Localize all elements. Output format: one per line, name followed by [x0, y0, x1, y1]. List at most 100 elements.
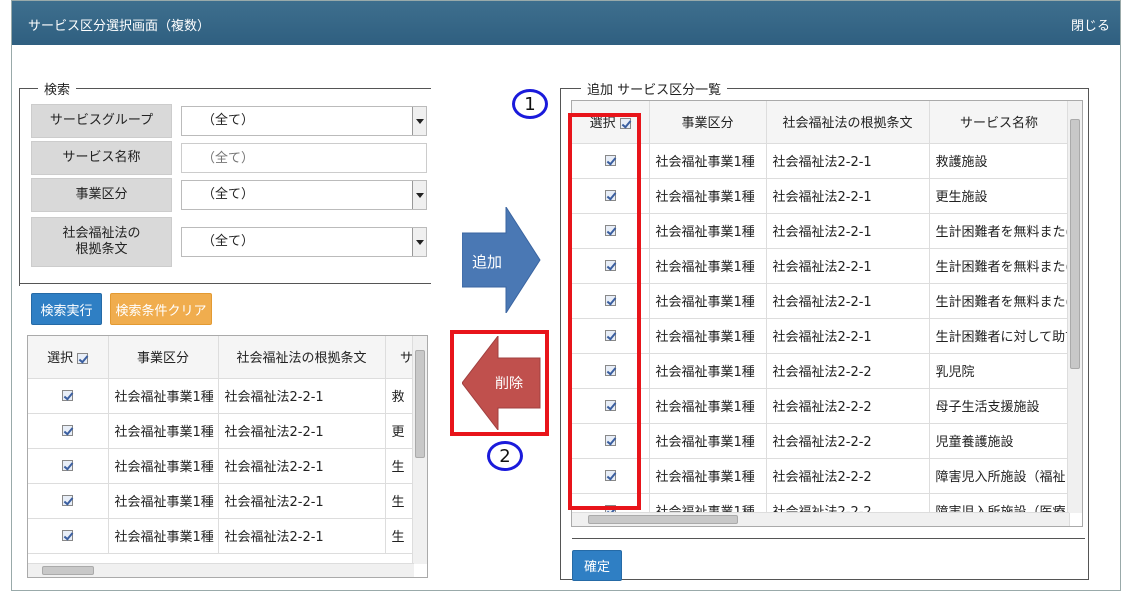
table-cell: 社会福祉法2-2-1 — [766, 213, 930, 249]
added-list-legend: 追加 サービス区分一覧 — [581, 79, 728, 98]
service-name-label: サービス名称 — [31, 141, 172, 175]
column-header: 事業区分 — [108, 336, 219, 379]
scroll-thumb[interactable] — [588, 515, 738, 524]
table-cell: 社会福祉法2-2-2 — [766, 423, 930, 459]
chevron-down-icon[interactable] — [412, 107, 426, 135]
row-select-cell — [28, 378, 109, 414]
row-checkbox[interactable] — [62, 460, 74, 471]
table-row[interactable]: 社会福祉事業1種 社会福祉法2-2-2 児童養護施設 — [572, 423, 1070, 459]
row-select-cell — [28, 483, 109, 519]
table-cell: 母子生活支援施設 — [929, 388, 1070, 424]
table-row[interactable]: 社会福祉事業1種 社会福祉法2-2-1 生計困難者を無料また( — [572, 213, 1070, 249]
vertical-scrollbar[interactable] — [1067, 101, 1082, 513]
table-cell: 社会福祉事業1種 — [649, 318, 767, 354]
horizontal-scrollbar[interactable] — [28, 563, 414, 577]
law-article-label: 社会福祉法の 根拠条文 — [31, 217, 172, 267]
table-cell: 社会福祉法2-2-1 — [766, 143, 930, 179]
remove-label: 削除 — [495, 376, 523, 392]
table-cell: 社会福祉法2-2-1 — [218, 448, 386, 484]
table-cell: 社会福祉事業1種 — [649, 248, 767, 284]
row-checkbox[interactable] — [62, 425, 74, 436]
confirm-button[interactable]: 確定 — [572, 550, 622, 581]
scroll-thumb[interactable] — [42, 566, 94, 575]
table-row[interactable]: 社会福祉事業1種 社会福祉法2-2-1 生計困難者に対して助言 — [572, 318, 1070, 354]
table-cell: 社会福祉法2-2-1 — [218, 378, 386, 414]
column-header: 事業区分 — [649, 101, 767, 144]
search-divider — [19, 283, 431, 284]
search-button[interactable]: 検索実行 — [31, 293, 102, 325]
business-category-select[interactable]: （全て） — [181, 180, 427, 210]
table-row[interactable]: 社会福祉事業1種 社会福祉法2-2-1 生 — [28, 448, 427, 484]
dialog-titlebar: サービス区分選択画面（複数） 閉じる — [12, 1, 1120, 45]
table-row[interactable]: 社会福祉事業1種 社会福祉法2-2-1 生計困難者を無料また( — [572, 248, 1070, 284]
horizontal-scrollbar[interactable] — [572, 512, 1069, 526]
table-cell: 社会福祉事業1種 — [649, 143, 767, 179]
chevron-down-icon[interactable] — [412, 228, 426, 256]
law-article-value: （全て） — [202, 234, 255, 249]
service-group-select[interactable]: （全て） — [181, 106, 427, 136]
clear-conditions-button[interactable]: 検索条件クリア — [110, 293, 212, 325]
table-cell: 生計困難者を無料また( — [929, 283, 1070, 319]
table-row[interactable]: 社会福祉事業1種 社会福祉法2-2-2 障害児入所施設（福祉 — [572, 458, 1070, 494]
row-select-cell — [28, 448, 109, 484]
table-cell: 社会福祉法2-2-1 — [766, 318, 930, 354]
service-group-value: （全て） — [202, 113, 255, 128]
table-header-row: 選択 事業区分 社会福祉法の根拠条文 サービス名称 — [572, 101, 1070, 144]
business-category-label: 事業区分 — [31, 178, 172, 212]
search-results-table: 選択 事業区分 社会福祉法の根拠条文 サ 社会福祉事業1種 社会福祉法2-2-1 救… — [27, 335, 428, 578]
search-legend: 検索 — [38, 79, 77, 98]
service-name-input[interactable] — [181, 143, 427, 173]
table-cell: 社会福祉事業1種 — [108, 448, 219, 484]
table-cell: 社会福祉事業1種 — [649, 178, 767, 214]
add-label: 追加 — [472, 253, 503, 271]
vertical-scrollbar[interactable] — [412, 336, 427, 564]
scroll-thumb[interactable] — [1070, 119, 1080, 369]
table-row[interactable]: 社会福祉事業1種 社会福祉法2-2-1 生 — [28, 483, 427, 519]
dialog-title: サービス区分選択画面（複数） — [28, 19, 211, 34]
service-group-label: サービスグループ — [31, 104, 172, 138]
table-row[interactable]: 社会福祉事業1種 社会福祉法2-2-1 生 — [28, 518, 427, 554]
table-row[interactable]: 社会福祉事業1種 社会福祉法2-2-2 母子生活支援施設 — [572, 388, 1070, 424]
table-cell: 生計困難者を無料また( — [929, 213, 1070, 249]
service-group-row: サービスグループ （全て） — [31, 104, 427, 138]
table-cell: 社会福祉事業1種 — [108, 483, 219, 519]
law-article-select[interactable]: （全て） — [181, 227, 427, 257]
row-checkbox[interactable] — [62, 530, 74, 541]
table-cell: 社会福祉事業1種 — [649, 353, 767, 389]
select-all-header[interactable]: 選択 — [28, 336, 109, 379]
table-cell: 生計困難者に対して助言 — [929, 318, 1070, 354]
table-cell: 社会福祉事業1種 — [108, 518, 219, 554]
table-row[interactable]: 社会福祉事業1種 社会福祉法2-2-1 更 — [28, 413, 427, 449]
row-select-cell — [28, 518, 109, 554]
row-select-cell — [28, 413, 109, 449]
select-column-highlight — [568, 113, 641, 510]
table-cell: 救護施設 — [929, 143, 1070, 179]
table-cell: 障害児入所施設（福祉 — [929, 458, 1070, 494]
table-cell: 社会福祉法2-2-1 — [766, 248, 930, 284]
table-cell: 社会福祉法2-2-1 — [218, 483, 386, 519]
table-cell: 社会福祉事業1種 — [649, 423, 767, 459]
table-cell: 社会福祉法2-2-2 — [766, 388, 930, 424]
table-row[interactable]: 社会福祉事業1種 社会福祉法2-2-1 更生施設 — [572, 178, 1070, 214]
table-cell: 社会福祉事業1種 — [649, 388, 767, 424]
table-cell: 社会福祉法2-2-1 — [766, 178, 930, 214]
scroll-thumb[interactable] — [415, 350, 425, 458]
table-row[interactable]: 社会福祉事業1種 社会福祉法2-2-2 乳児院 — [572, 353, 1070, 389]
chevron-down-icon[interactable] — [412, 181, 426, 209]
close-button[interactable]: 閉じる — [1071, 15, 1110, 34]
table-row[interactable]: 社会福祉事業1種 社会福祉法2-2-1 救 — [28, 378, 427, 414]
row-checkbox[interactable] — [62, 390, 74, 401]
table-cell: 社会福祉法2-2-1 — [766, 283, 930, 319]
table-row[interactable]: 社会福祉事業1種 社会福祉法2-2-1 生計困難者を無料また( — [572, 283, 1070, 319]
business-category-row: 事業区分 （全て） — [31, 178, 427, 212]
table-row[interactable]: 社会福祉事業1種 社会福祉法2-2-1 救護施設 — [572, 143, 1070, 179]
table-cell: 生計困難者を無料また( — [929, 248, 1070, 284]
select-all-checkbox[interactable] — [77, 353, 89, 365]
table-cell: 社会福祉法2-2-1 — [218, 518, 386, 554]
table-header-row: 選択 事業区分 社会福祉法の根拠条文 サ — [28, 336, 427, 379]
annotation-circle-1: 1 — [512, 89, 548, 119]
annotation-circle-2: 2 — [487, 441, 523, 471]
row-checkbox[interactable] — [62, 495, 74, 506]
list-divider — [572, 538, 1085, 539]
law-article-row: 社会福祉法の 根拠条文 （全て） — [31, 217, 427, 267]
